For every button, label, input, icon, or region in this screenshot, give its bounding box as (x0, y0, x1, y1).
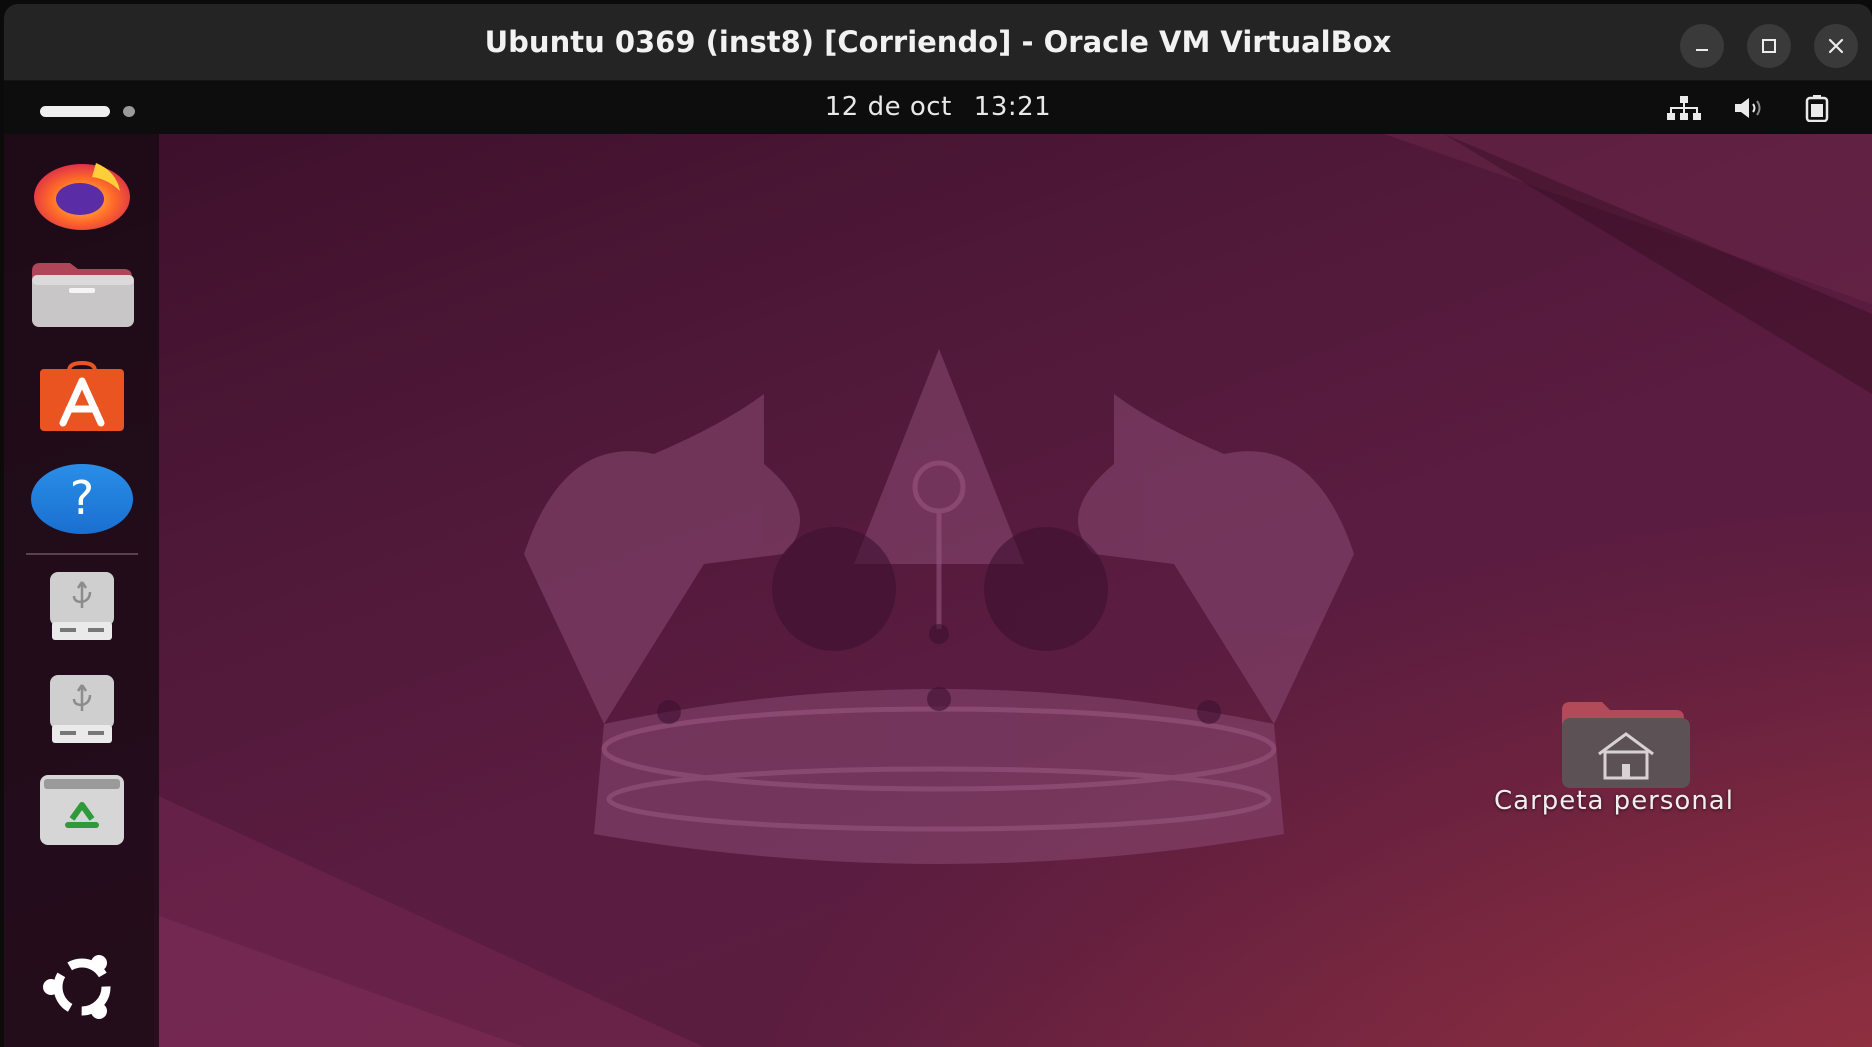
dock-separator (26, 553, 138, 555)
clock[interactable]: 12 de oct 13:21 (4, 81, 1872, 134)
svg-text:?: ? (70, 471, 94, 525)
close-icon (1828, 38, 1844, 54)
dock-item-help[interactable]: ? (30, 459, 134, 539)
dock-item-show-apps[interactable] (30, 947, 134, 1027)
dock: ? (4, 134, 159, 1047)
dock-item-firefox[interactable] (30, 154, 134, 234)
close-button[interactable] (1814, 24, 1858, 68)
dock-item-files[interactable] (30, 255, 134, 335)
dock-item-usb-drive-1[interactable] (30, 566, 134, 646)
maximize-button[interactable] (1747, 24, 1791, 68)
virtualbox-window: Ubuntu 0369 (inst8) [Corriendo] - Oracle… (4, 4, 1872, 1047)
top-panel: 12 de oct 13:21 (4, 81, 1872, 134)
network-icon[interactable] (1664, 93, 1704, 123)
usb-drive-icon (50, 675, 114, 743)
home-folder-label[interactable]: Carpeta personal (1464, 786, 1764, 816)
trash-icon (40, 775, 124, 845)
minimize-icon (1696, 49, 1708, 51)
dock-item-usb-drive-2[interactable] (30, 669, 134, 749)
volume-icon[interactable] (1730, 93, 1770, 123)
window-title: Ubuntu 0369 (inst8) [Corriendo] - Oracle… (484, 25, 1392, 59)
usb-drive-icon (50, 572, 114, 640)
firefox-icon (34, 163, 130, 230)
title-bar[interactable]: Ubuntu 0369 (inst8) [Corriendo] - Oracle… (4, 4, 1872, 81)
desktop-background[interactable]: Carpeta personal (4, 134, 1872, 1047)
dock-item-app-center[interactable] (30, 357, 134, 437)
dock-item-trash[interactable] (30, 770, 134, 850)
files-folder-icon (32, 263, 134, 327)
wallpaper-art (154, 134, 1872, 1047)
maximize-icon (1762, 39, 1776, 53)
clock-time: 13:21 (973, 92, 1052, 122)
clock-date: 12 de oct (824, 92, 952, 122)
help-icon: ? (31, 464, 133, 534)
ubuntu-logo-icon (43, 955, 111, 1019)
battery-icon[interactable] (1797, 93, 1837, 123)
app-center-icon (40, 361, 124, 431)
minimize-button[interactable] (1680, 24, 1724, 68)
